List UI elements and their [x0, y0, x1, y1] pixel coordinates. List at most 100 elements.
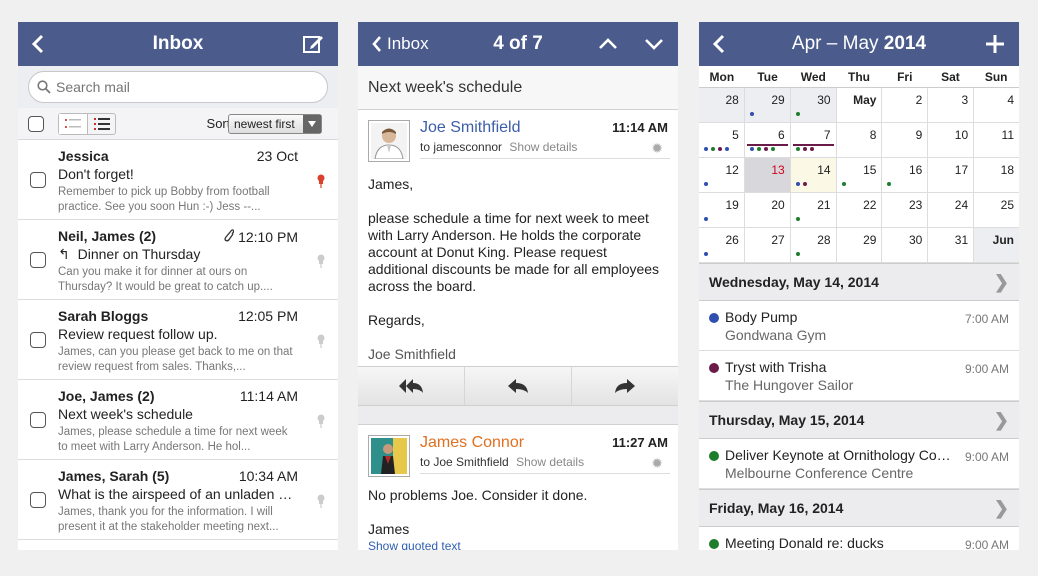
calendar-day[interactable]: 25 — [974, 193, 1019, 227]
add-event-button[interactable] — [985, 22, 1005, 66]
sort-dropdown[interactable]: newest first — [228, 113, 322, 134]
mail-row[interactable]: Jessica 23 Oct Don't forget! Remember to… — [18, 140, 338, 220]
calendar-day[interactable]: 18 — [974, 158, 1019, 192]
event-dots — [795, 217, 800, 221]
calendar-day[interactable]: 11 — [974, 123, 1019, 157]
calendar-day-selected[interactable]: 14 — [790, 158, 837, 192]
calendar-day[interactable]: 3 — [928, 88, 975, 122]
day-number: 6 — [778, 128, 785, 142]
calendar-day[interactable]: 23 — [882, 193, 929, 227]
event-dots — [749, 112, 754, 116]
list-detail-icon — [93, 117, 110, 130]
show-details-link[interactable]: Show details — [509, 140, 577, 154]
calendar-day[interactable]: 22 — [836, 193, 883, 227]
show-details-link[interactable]: Show details — [516, 455, 584, 469]
pin-flag-icon[interactable] — [316, 174, 326, 193]
calendar-day[interactable]: 24 — [928, 193, 975, 227]
pin-flag-icon[interactable] — [316, 414, 326, 433]
calendar-day[interactable]: 9 — [882, 123, 929, 157]
mail-subject: Don't forget! — [58, 166, 134, 182]
calendar-day[interactable]: 7 — [790, 123, 837, 157]
day-section-header[interactable]: Wednesday, May 14, 2014 ❯ — [699, 263, 1019, 301]
day-section-header[interactable]: Friday, May 16, 2014 ❯ — [699, 489, 1019, 527]
row-checkbox[interactable] — [30, 252, 46, 268]
calendar-day[interactable]: 30 — [882, 228, 929, 262]
event-item[interactable]: Tryst with Trisha The Hungover Sailor 9:… — [699, 351, 1019, 401]
calendar-day[interactable]: May — [836, 88, 883, 122]
message-greeting: James, — [368, 176, 414, 192]
calendar-day[interactable]: 12 — [699, 158, 745, 192]
compose-button[interactable] — [302, 22, 324, 66]
calendar-day-today[interactable]: 13 — [744, 158, 791, 192]
reply-button[interactable] — [464, 367, 571, 405]
calendar-day[interactable]: 28 — [790, 228, 837, 262]
pin-flag-icon[interactable] — [316, 494, 326, 513]
gear-icon[interactable]: ✹ — [651, 455, 663, 472]
back-to-inbox-button[interactable]: Inbox — [372, 22, 429, 66]
calendar-day[interactable]: 28 — [699, 88, 745, 122]
calendar-day[interactable]: 29 — [744, 88, 791, 122]
calendar-day[interactable]: 19 — [699, 193, 745, 227]
reply-sender[interactable]: James Connor — [420, 434, 524, 452]
event-item[interactable]: Deliver Keynote at Ornithology Conferenc… — [699, 439, 1019, 489]
compact-view-button[interactable] — [59, 113, 87, 134]
calendar-day[interactable]: 6 — [744, 123, 791, 157]
calendar-day[interactable]: 17 — [928, 158, 975, 192]
event-location: Melbourne Conference Centre — [725, 465, 914, 481]
calendar-color-dot — [709, 451, 719, 461]
calendar-day[interactable]: 8 — [836, 123, 883, 157]
calendar-week: 19 20 21 22 23 24 25 — [699, 193, 1019, 228]
calendar-day[interactable]: 29 — [836, 228, 883, 262]
calendar-day[interactable]: 4 — [974, 88, 1019, 122]
weekday-label: Mon — [709, 70, 735, 84]
row-checkbox[interactable] — [30, 172, 46, 188]
pin-flag-icon[interactable] — [316, 334, 326, 353]
calendar-day[interactable]: 10 — [928, 123, 975, 157]
calendar-day[interactable]: 27 — [744, 228, 791, 262]
next-message-button[interactable] — [644, 38, 664, 50]
search-input[interactable] — [56, 79, 306, 95]
divider — [420, 158, 670, 159]
reply-all-button[interactable] — [358, 367, 464, 405]
calendar-day[interactable]: 2 — [882, 88, 929, 122]
back-button[interactable] — [713, 22, 725, 66]
calendar-day[interactable]: 30 — [790, 88, 837, 122]
calendar-day[interactable]: 31 — [928, 228, 975, 262]
event-time: 9:00 AM — [964, 538, 1009, 550]
event-item[interactable]: Body Pump Gondwana Gym 7:00 AM — [699, 301, 1019, 351]
pin-flag-icon[interactable] — [316, 254, 326, 273]
weekday-label: Fri — [897, 70, 913, 84]
search-field[interactable] — [28, 71, 328, 103]
message-sender[interactable]: Joe Smithfield — [420, 119, 521, 137]
multi-day-event-bar — [792, 144, 834, 146]
row-checkbox[interactable] — [30, 492, 46, 508]
mail-row[interactable]: Neil, James (2) 12:10 PM ↰ Dinner on Thu… — [18, 220, 338, 300]
row-checkbox[interactable] — [30, 412, 46, 428]
detail-view-button[interactable] — [87, 113, 115, 134]
calendar-day[interactable]: Jun — [974, 228, 1019, 262]
row-checkbox[interactable] — [30, 332, 46, 348]
avatar — [368, 435, 410, 477]
day-section-header[interactable]: Thursday, May 15, 2014 ❯ — [699, 401, 1019, 439]
back-button[interactable] — [32, 22, 44, 66]
show-quoted-text-link[interactable]: Show quoted text — [368, 538, 668, 550]
chevron-right-icon: ❯ — [993, 410, 1009, 430]
event-time: 9:00 AM — [964, 362, 1009, 376]
calendar-day[interactable]: 26 — [699, 228, 745, 262]
dropdown-arrow-icon — [303, 114, 321, 133]
calendar-day[interactable]: 15 — [836, 158, 883, 192]
calendar-day[interactable]: 20 — [744, 193, 791, 227]
day-number: 29 — [771, 93, 785, 107]
calendar-day[interactable]: 21 — [790, 193, 837, 227]
gear-icon[interactable]: ✹ — [651, 140, 663, 157]
forward-button[interactable] — [571, 367, 678, 405]
select-all-checkbox[interactable] — [28, 115, 44, 132]
calendar-day[interactable]: 5 — [699, 123, 745, 157]
mail-row[interactable]: Joe, James (2) 11:14 AM Next week's sche… — [18, 380, 338, 460]
mail-row[interactable]: Sarah Bloggs 12:05 PM Review request fol… — [18, 300, 338, 380]
mail-row[interactable]: James, Sarah (5) 10:34 AM What is the ai… — [18, 460, 338, 540]
previous-message-button[interactable] — [598, 38, 618, 50]
event-item[interactable]: Meeting Donald re: ducks 9:00 AM — [699, 527, 1019, 550]
calendar-day[interactable]: 16 — [882, 158, 929, 192]
event-dots — [704, 182, 708, 186]
